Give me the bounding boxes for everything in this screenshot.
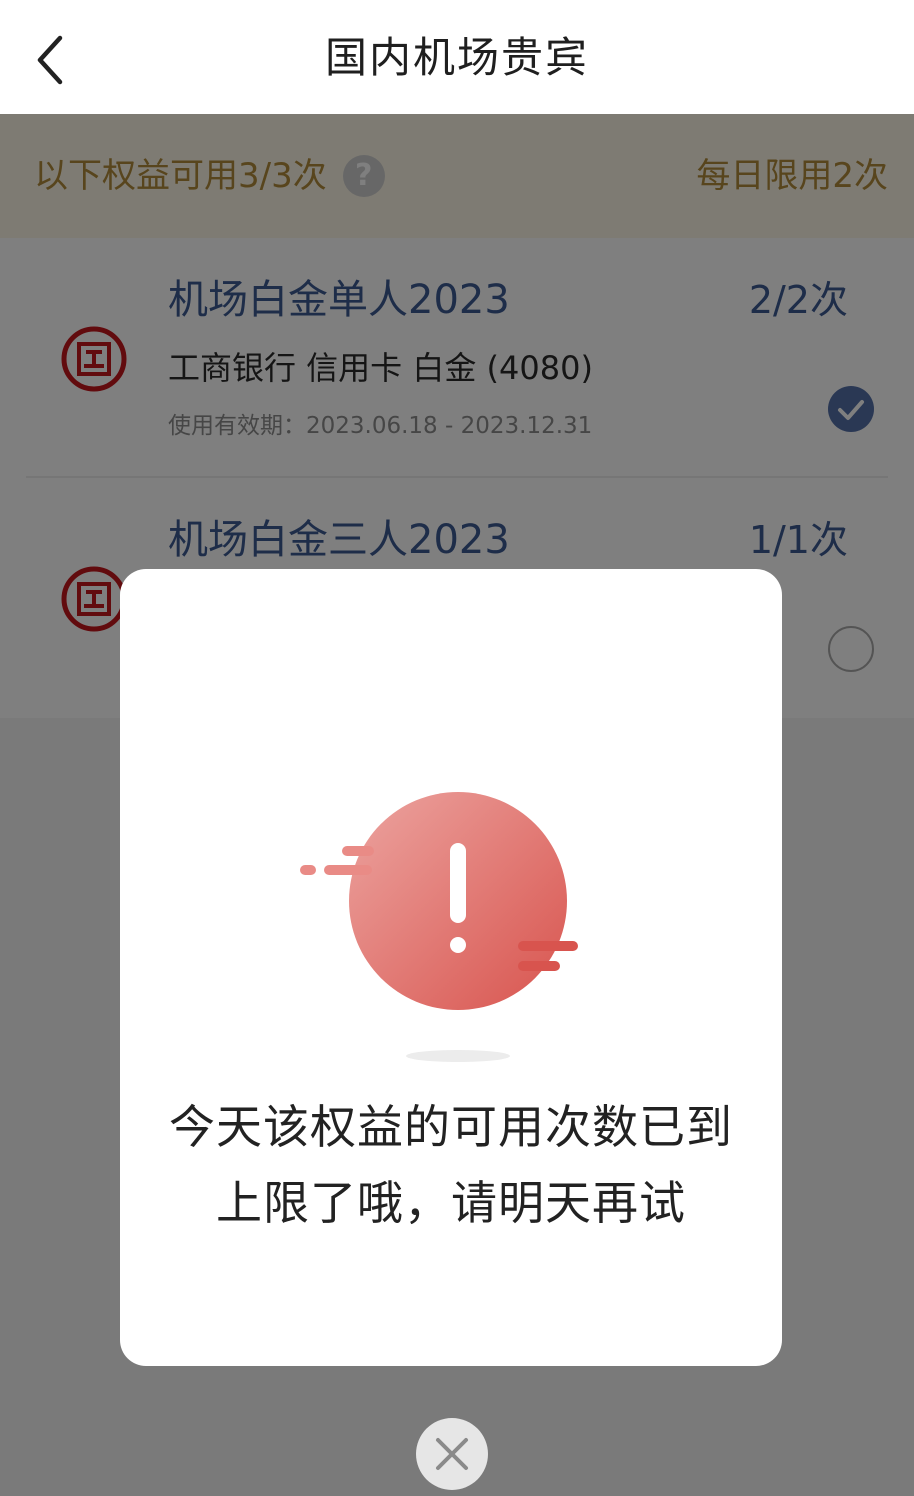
- top-bar: 国内机场贵宾: [0, 0, 914, 114]
- close-x-icon: [436, 1438, 468, 1470]
- exclamation-alert-icon: [300, 792, 578, 1062]
- alert-dialog: 今天该权益的可用次数已到上限了哦，请明天再试: [120, 569, 782, 1366]
- alert-message: 今天该权益的可用次数已到上限了哦，请明天再试: [169, 1100, 733, 1230]
- page-title: 国内机场贵宾: [324, 33, 589, 82]
- close-dialog-button[interactable]: [416, 1418, 488, 1490]
